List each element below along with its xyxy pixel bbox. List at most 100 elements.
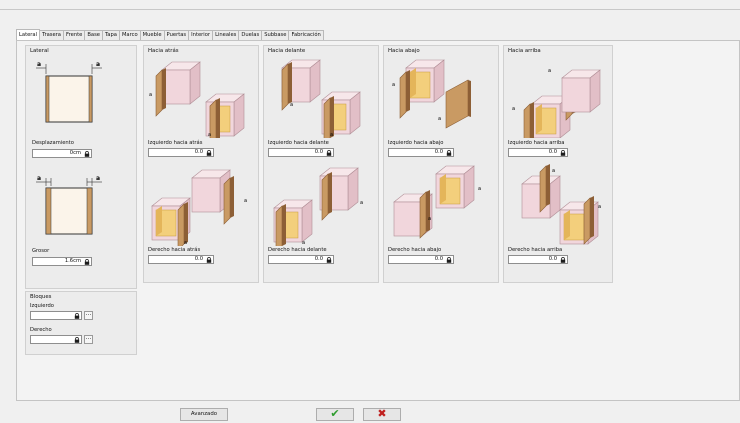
thickness-input[interactable]: 1.6cm — [32, 257, 92, 266]
downward-right-a: a — [478, 186, 481, 192]
downward-group: Hacia abajo a a Izquierdo hacia abajo 0.… — [383, 45, 499, 283]
offset-a-right: a — [96, 61, 100, 68]
backward-left-a2: a — [208, 132, 211, 138]
downward-right-label: Derecho hacia abajo — [388, 247, 442, 253]
cancel-button[interactable]: ✖ — [363, 408, 401, 421]
thickness-a-left: a — [37, 176, 41, 182]
tab-duelas[interactable]: Duelas — [238, 30, 263, 40]
forward-left-a: a — [290, 102, 293, 108]
backward-right-a: a — [244, 198, 247, 204]
thickness-label: Grosor — [32, 248, 50, 254]
thickness-lock-icon[interactable] — [84, 259, 90, 265]
upward-left-value: 0.0 — [548, 149, 557, 155]
blocks-left-lock-icon[interactable] — [74, 313, 80, 319]
upward-left-input[interactable]: 0.0 — [508, 148, 568, 157]
forward-right-label: Derecho hacia delante — [268, 247, 327, 253]
backward-right-input[interactable]: 0.0 — [148, 255, 214, 264]
forward-left-illustration: a a — [281, 59, 361, 138]
blocks-left-input[interactable] — [30, 311, 82, 320]
downward-left-value: 0.0 — [434, 149, 443, 155]
ok-button[interactable]: ✔ — [316, 408, 354, 421]
forward-left-value: 0.0 — [314, 149, 323, 155]
backward-left-lock-icon[interactable] — [206, 150, 212, 156]
backward-left-input[interactable]: 0.0 — [148, 148, 214, 157]
backward-left-a: a — [149, 92, 152, 98]
upward-right-input[interactable]: 0.0 — [508, 255, 568, 264]
upward-right-lock-icon[interactable] — [560, 257, 566, 263]
offset-lock-icon[interactable] — [84, 151, 90, 157]
settings-panel: Lateral a a Desplazamiento 0cm a a Groso… — [16, 40, 740, 401]
backward-left-illustration: a a — [149, 61, 245, 138]
backward-title: Hacia atrás — [148, 48, 179, 54]
tab-frente[interactable]: Frente — [63, 30, 86, 40]
tab-puertas[interactable]: Puertas — [163, 30, 190, 40]
lateral-offset-diagram: a a — [36, 61, 102, 123]
upward-left-illustration: a a — [512, 68, 601, 138]
tab-lateral[interactable]: Lateral — [16, 29, 41, 40]
downward-right-a2: a — [428, 216, 431, 222]
thickness-value: 1.6cm — [64, 258, 81, 264]
downward-left-lock-icon[interactable] — [446, 150, 452, 156]
downward-right-input[interactable]: 0.0 — [388, 255, 454, 264]
downward-left-input[interactable]: 0.0 — [388, 148, 454, 157]
lateral-title: Lateral — [30, 48, 49, 54]
tab-marco[interactable]: Marco — [118, 30, 141, 40]
forward-right-illustration: a a — [273, 167, 363, 246]
backward-group: Hacia atrás a a Izquierdo hacia atrás 0.… — [143, 45, 259, 283]
backward-left-value: 0.0 — [194, 149, 203, 155]
advanced-button[interactable]: Avanzado — [180, 408, 228, 421]
blocks-group: Bloques Izquierdo ... Derecho ... — [25, 291, 137, 355]
forward-title: Hacia delante — [268, 48, 306, 54]
downward-left-illustration: a a — [392, 59, 472, 129]
window-top-divider — [0, 9, 740, 10]
upward-right-a2: a — [598, 204, 601, 210]
forward-left-input[interactable]: 0.0 — [268, 148, 334, 157]
forward-left-lock-icon[interactable] — [326, 150, 332, 156]
forward-left-a2: a — [330, 132, 333, 138]
forward-right-input[interactable]: 0.0 — [268, 255, 334, 264]
tab-tapa[interactable]: Tapa — [101, 30, 120, 40]
tab-base[interactable]: Base — [84, 30, 103, 40]
blocks-title: Bloques — [30, 294, 52, 300]
upward-left-lock-icon[interactable] — [560, 150, 566, 156]
tab-interior[interactable]: Interior — [188, 30, 214, 40]
tab-subbase[interactable]: Subbase — [261, 30, 290, 40]
downward-right-illustration: a a — [393, 165, 481, 239]
tab-trasera[interactable]: Trasera — [39, 30, 64, 40]
tab-fabricacion[interactable]: Fabricación — [288, 30, 324, 40]
upward-right-illustration: a a — [521, 163, 601, 245]
upward-right-value: 0.0 — [548, 256, 557, 262]
upward-right-label: Derecho hacia arriba — [508, 247, 563, 253]
blocks-right-browse-button[interactable]: ... — [84, 335, 93, 344]
offset-input[interactable]: 0cm — [32, 149, 92, 158]
backward-right-label: Derecho hacia atrás — [148, 247, 201, 253]
offset-value: 0cm — [69, 150, 81, 156]
thickness-a-right: a — [96, 176, 100, 182]
downward-title: Hacia abajo — [388, 48, 420, 54]
forward-right-a: a — [360, 200, 363, 206]
lateral-group: Lateral a a Desplazamiento 0cm a a Groso… — [25, 45, 137, 289]
backward-right-illustration: a a — [151, 169, 247, 246]
backward-right-lock-icon[interactable] — [206, 257, 212, 263]
tab-mueble[interactable]: Mueble — [139, 30, 165, 40]
blocks-left-browse-button[interactable]: ... — [84, 311, 93, 320]
tab-lineales[interactable]: Lineales — [212, 30, 240, 40]
downward-right-lock-icon[interactable] — [446, 257, 452, 263]
upward-right-a: a — [552, 168, 555, 174]
upward-left-a2: a — [548, 68, 551, 74]
backward-right-value: 0.0 — [194, 256, 203, 262]
downward-right-value: 0.0 — [434, 256, 443, 262]
blocks-right-input[interactable] — [30, 335, 82, 344]
forward-right-value: 0.0 — [314, 256, 323, 262]
forward-left-label: Izquierdo hacia delante — [268, 140, 329, 146]
backward-left-label: Izquierdo hacia atrás — [148, 140, 203, 146]
upward-left-a: a — [512, 106, 515, 112]
downward-left-a: a — [392, 82, 395, 88]
blocks-right-lock-icon[interactable] — [74, 337, 80, 343]
upward-title: Hacia arriba — [508, 48, 541, 54]
forward-right-lock-icon[interactable] — [326, 257, 332, 263]
upward-left-label: Izquierdo hacia arriba — [508, 140, 565, 146]
forward-right-a2: a — [302, 240, 305, 246]
forward-group: Hacia delante a a Izquierdo hacia delant… — [263, 45, 379, 283]
lateral-thickness-diagram: a a — [36, 176, 102, 235]
